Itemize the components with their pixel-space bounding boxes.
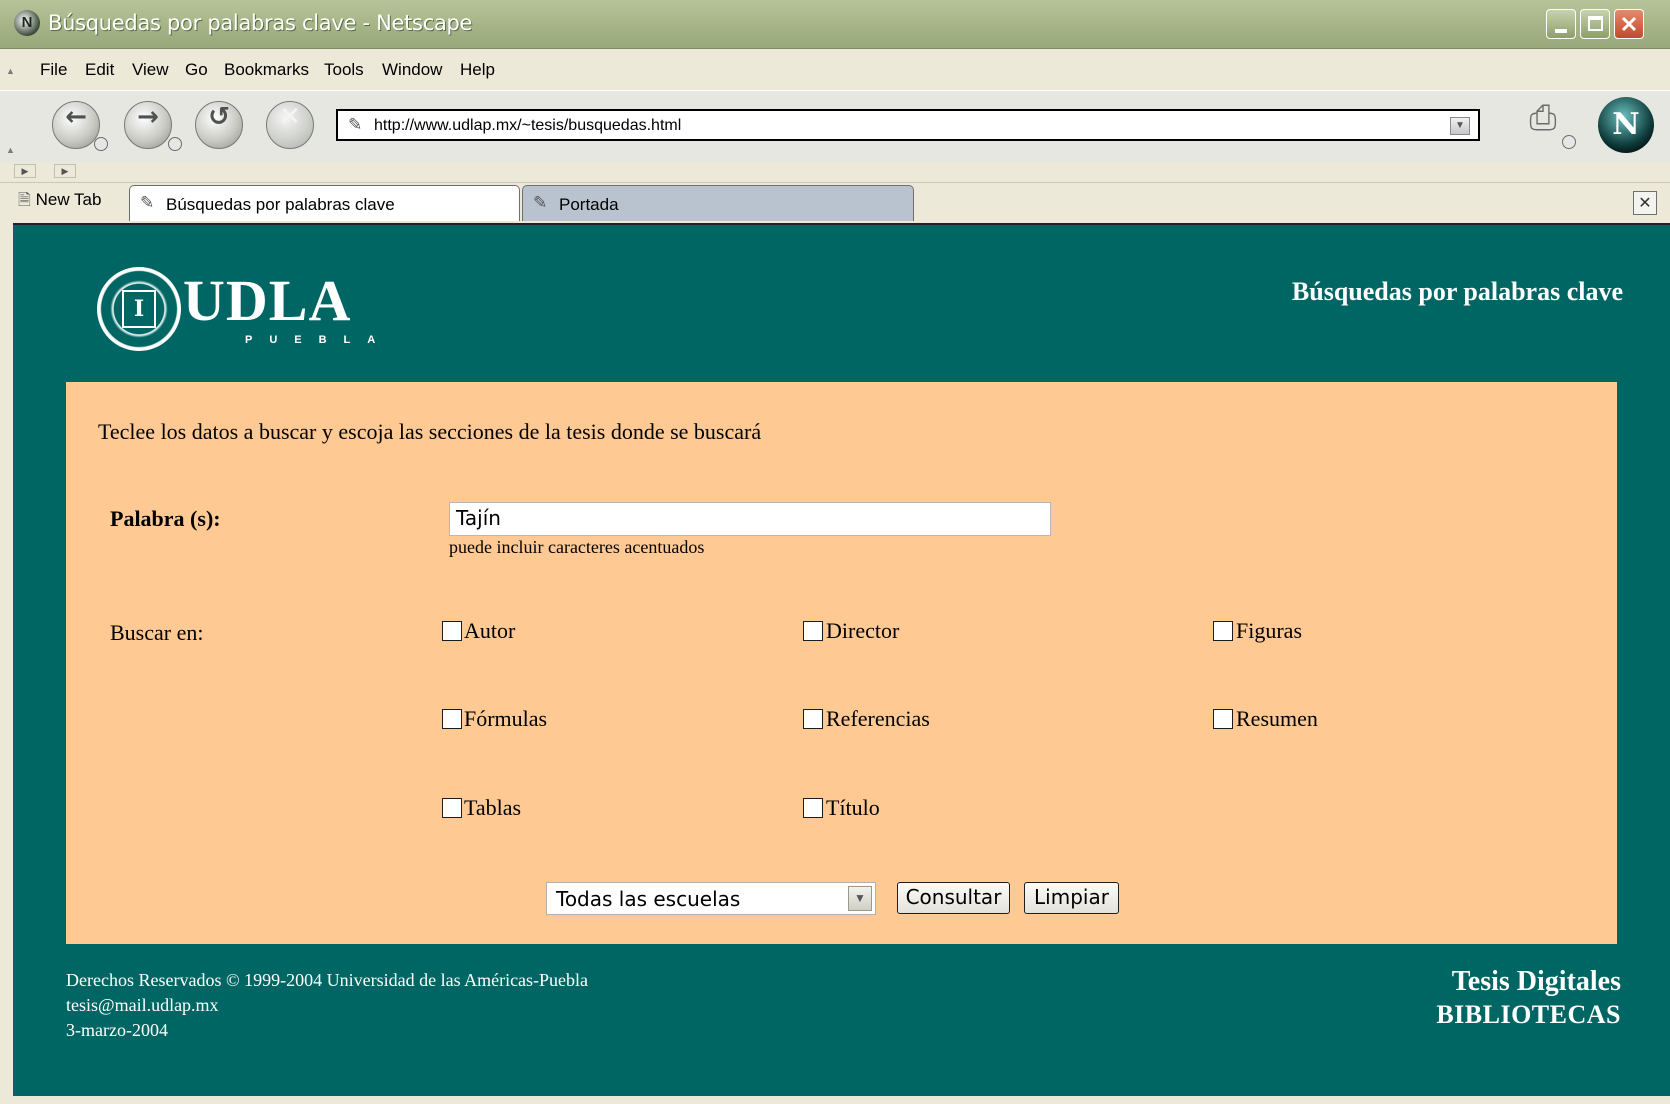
forward-arrow-icon: → <box>137 102 159 132</box>
menu-bar: ▲ File Edit View Go Bookmarks Tools Wind… <box>0 50 1670 90</box>
reload-icon: ↺ <box>208 102 230 132</box>
window-left-edge <box>0 223 13 1104</box>
new-tab-label: New Tab <box>35 190 102 209</box>
tesis-digitales-brand[interactable]: Tesis Digitales <box>1452 966 1621 998</box>
menu-go[interactable]: Go <box>185 60 208 80</box>
close-button[interactable] <box>1614 9 1644 39</box>
keyword-input[interactable]: Tajín <box>449 502 1051 536</box>
checkbox-autor[interactable] <box>442 621 462 641</box>
search-form: Teclee los datos a buscar y escoja las s… <box>66 382 1617 944</box>
netscape-logo-icon[interactable]: N <box>1598 97 1654 153</box>
bibliotecas-brand[interactable]: BIBLIOTECAS <box>1436 1000 1621 1030</box>
chevron-down-icon[interactable]: ▼ <box>848 886 872 911</box>
title-bar: N Búsquedas por palabras clave - Netscap… <box>0 0 1670 49</box>
page-content: I UDLA PUEBLA Búsquedas por palabras cla… <box>13 225 1670 1104</box>
back-button[interactable]: ← <box>52 101 100 149</box>
page-icon: ✎ <box>533 193 548 212</box>
footer-date: 3-marzo-2004 <box>66 1020 168 1040</box>
seal-emblem-icon: I <box>122 290 156 328</box>
stop-icon: ✕ <box>279 102 301 132</box>
minimize-button[interactable] <box>1546 9 1576 39</box>
new-tab-icon: 🗎 <box>18 192 31 209</box>
new-tab-button[interactable]: 🗎 New Tab <box>18 189 101 216</box>
checkbox-label[interactable]: Figuras <box>1236 618 1302 644</box>
back-arrow-icon: ← <box>65 102 87 132</box>
menu-edit[interactable]: Edit <box>85 60 114 80</box>
menubar-grip-icon[interactable]: ▲ <box>6 66 16 76</box>
page-title: Búsquedas por palabras clave <box>1291 277 1623 306</box>
checkbox-figuras[interactable] <box>1213 621 1233 641</box>
checkbox-formulas[interactable] <box>442 709 462 729</box>
checkbox-label[interactable]: Autor <box>464 618 515 644</box>
udla-seal-logo[interactable]: I <box>97 267 181 351</box>
reload-button[interactable]: ↺ <box>195 101 243 149</box>
print-dropdown-icon[interactable] <box>1562 135 1576 149</box>
toolbar-collapse-icon[interactable]: ▶ <box>14 164 36 178</box>
url-bar[interactable]: ✎ http://www.udlap.mx/~tesis/busquedas.h… <box>336 109 1480 141</box>
page-proxy-icon: ✎ <box>348 115 363 134</box>
checkbox-director[interactable] <box>803 621 823 641</box>
menu-file[interactable]: File <box>40 60 67 80</box>
keyword-hint: puede incluir caracteres acentuados <box>449 537 705 557</box>
limpiar-button[interactable]: Limpiar <box>1024 882 1119 914</box>
tab-busquedas[interactable]: ✎ Búsquedas por palabras clave <box>129 185 520 221</box>
form-instructions: Teclee los datos a buscar y escoja las s… <box>98 419 762 444</box>
footer-email-link[interactable]: tesis@mail.udlap.mx <box>66 993 588 1018</box>
menu-bookmarks[interactable]: Bookmarks <box>224 60 309 80</box>
browser-window: N Búsquedas por palabras clave - Netscap… <box>0 0 1670 1104</box>
close-icon <box>1621 16 1637 32</box>
navigation-toolbar: ▲ ← → ↺ ✕ ✎ http://www.udlap.mx/~tesis/b… <box>0 90 1670 164</box>
url-text[interactable]: http://www.udlap.mx/~tesis/busquedas.htm… <box>374 117 681 135</box>
url-history-dropdown-icon[interactable]: ▼ <box>1450 117 1470 135</box>
school-select[interactable]: Todas las escuelas ▼ <box>546 882 876 915</box>
navbar-grip-icon[interactable]: ▲ <box>6 145 16 155</box>
forward-button[interactable]: → <box>124 101 172 149</box>
tab-portada[interactable]: ✎ Portada <box>522 185 914 221</box>
tab-label: Portada <box>559 195 619 214</box>
personal-toolbar: ▶ ▶ <box>0 162 1670 183</box>
checkbox-label[interactable]: Director <box>826 618 899 644</box>
maximize-icon <box>1588 16 1603 31</box>
forward-dropdown-icon[interactable] <box>168 137 182 151</box>
menu-window[interactable]: Window <box>382 60 442 80</box>
consultar-button[interactable]: Consultar <box>897 882 1010 914</box>
netscape-icon: N <box>14 10 40 36</box>
close-tab-icon[interactable]: ✕ <box>1633 191 1657 215</box>
stop-button[interactable]: ✕ <box>266 101 314 149</box>
checkbox-titulo[interactable] <box>803 798 823 818</box>
puebla-logo-text: PUEBLA <box>245 334 393 346</box>
checkbox-label[interactable]: Referencias <box>826 706 930 732</box>
toolbar-collapse-icon-2[interactable]: ▶ <box>54 164 76 178</box>
footer-info: Derechos Reservados © 1999-2004 Universi… <box>66 968 588 1043</box>
school-select-value: Todas las escuelas <box>556 887 741 911</box>
print-icon[interactable]: ⎙ <box>1519 99 1567 143</box>
minimize-icon <box>1555 29 1567 33</box>
menu-view[interactable]: View <box>132 60 169 80</box>
keyword-label: Palabra (s): <box>110 506 221 531</box>
back-dropdown-icon[interactable] <box>94 137 108 151</box>
footer-copyright: Derechos Reservados © 1999-2004 Universi… <box>66 970 589 990</box>
tab-label: Búsquedas por palabras clave <box>166 195 395 214</box>
maximize-button[interactable] <box>1580 9 1610 39</box>
checkbox-label[interactable]: Fórmulas <box>464 706 547 732</box>
menu-help[interactable]: Help <box>460 60 495 80</box>
checkbox-label[interactable]: Tablas <box>464 795 521 821</box>
udla-logo-text[interactable]: UDLA <box>183 267 351 334</box>
tab-bar: 🗎 New Tab ✎ Búsquedas por palabras clave… <box>0 183 1670 225</box>
window-title: Búsquedas por palabras clave - Netscape <box>48 11 473 35</box>
window-bottom-edge <box>0 1096 1670 1104</box>
search-in-label: Buscar en: <box>110 620 204 645</box>
checkbox-label[interactable]: Título <box>826 795 880 821</box>
checkbox-resumen[interactable] <box>1213 709 1233 729</box>
checkbox-referencias[interactable] <box>803 709 823 729</box>
checkbox-label[interactable]: Resumen <box>1236 706 1318 732</box>
page-icon: ✎ <box>140 193 155 212</box>
checkbox-tablas[interactable] <box>442 798 462 818</box>
menu-tools[interactable]: Tools <box>324 60 364 80</box>
